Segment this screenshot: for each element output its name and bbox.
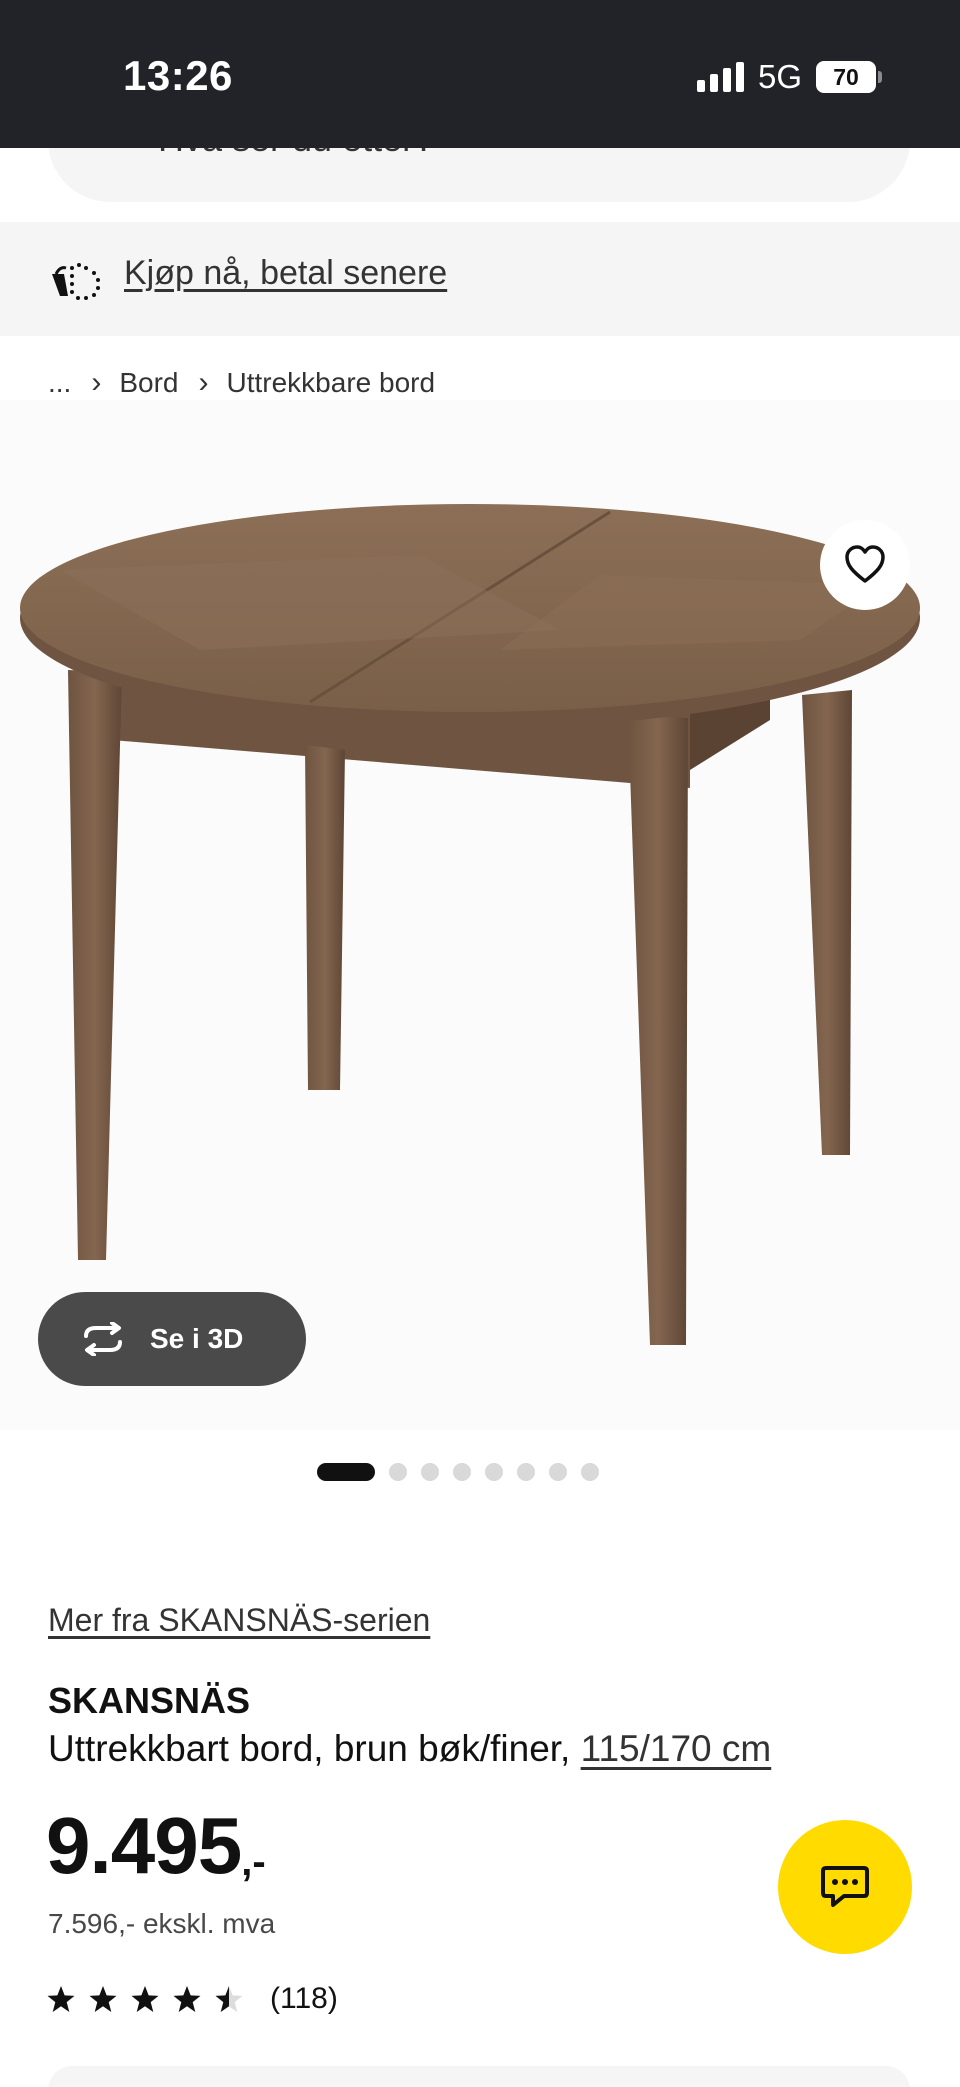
carousel-dot[interactable] (485, 1463, 503, 1481)
rating-stars (46, 1985, 244, 2013)
star-icon (47, 1986, 75, 2012)
network-type: 5G (757, 58, 802, 95)
status-time: 13:26 (123, 52, 233, 99)
signal-icon (696, 62, 744, 92)
view-3d-label: Se i 3D (150, 1323, 244, 1354)
chevron-right-icon: › (91, 366, 102, 399)
cart-icon (52, 263, 100, 300)
price-value: 9.495 (46, 1801, 242, 1890)
favorite-button[interactable] (820, 520, 910, 610)
status-indicators: 5G 70 (696, 58, 882, 96)
breadcrumb-item-bord[interactable]: Bord (119, 367, 178, 399)
carousel-dot[interactable] (317, 1463, 375, 1481)
search-area: Hva ser du etter? (0, 148, 960, 222)
price-ex-vat: 7.596,- ekskl. mva (48, 1908, 276, 1939)
table-image (20, 504, 920, 1345)
promo-link[interactable]: Kjøp nå, betal senere (124, 254, 447, 293)
carousel-dot[interactable] (453, 1463, 471, 1481)
carousel-dot[interactable] (517, 1463, 535, 1481)
search-placeholder: Hva ser du etter? (158, 148, 434, 160)
product-description: Uttrekkbart bord, brun bøk/finer, 115/17… (48, 1728, 771, 1770)
star-icon (89, 1986, 117, 2012)
review-count[interactable]: (118) (270, 1982, 338, 2016)
chat-button[interactable] (778, 1820, 912, 1954)
promo-banner[interactable]: Kjøp nå, betal senere (0, 222, 960, 336)
product-name: SKANSNÄS (48, 1680, 251, 1721)
series-link[interactable]: Mer fra SKANSNÄS-serien (48, 1602, 430, 1639)
carousel-dot[interactable] (421, 1463, 439, 1481)
star-icon (215, 1986, 243, 2012)
bottom-card (48, 2066, 910, 2087)
breadcrumb-item-uttrekkbare-bord[interactable]: Uttrekkbare bord (227, 367, 436, 399)
view-3d-button[interactable]: Se i 3D (38, 1292, 306, 1386)
star-icon (173, 1986, 201, 2012)
price-suffix: ,- (241, 1840, 266, 1884)
chevron-right-icon: › (198, 366, 209, 399)
price: 9.495 ,- (46, 1806, 266, 1886)
breadcrumb-ellipsis[interactable]: ... (48, 367, 71, 399)
product-description-text: Uttrekkbart bord, brun bøk/finer, (48, 1728, 571, 1769)
status-bar: 13:26 5G 70 (0, 0, 960, 148)
size-link[interactable]: 115/170 cm (581, 1728, 772, 1769)
product-image[interactable] (0, 400, 960, 1430)
breadcrumb: ... › Bord › Uttrekkbare bord (48, 366, 435, 400)
star-icon (131, 1986, 159, 2012)
rotate-icon (84, 1322, 122, 1356)
carousel-dot[interactable] (389, 1463, 407, 1481)
carousel-dot[interactable] (549, 1463, 567, 1481)
carousel-indicator (317, 1463, 599, 1481)
search-input[interactable]: Hva ser du etter? (48, 148, 910, 202)
heart-icon (845, 545, 885, 583)
battery-level: 70 (833, 63, 859, 90)
rating[interactable]: (118) (46, 1982, 338, 2016)
chat-icon (821, 1866, 869, 1907)
carousel-dot[interactable] (581, 1463, 599, 1481)
battery-icon: 70 (816, 61, 882, 93)
